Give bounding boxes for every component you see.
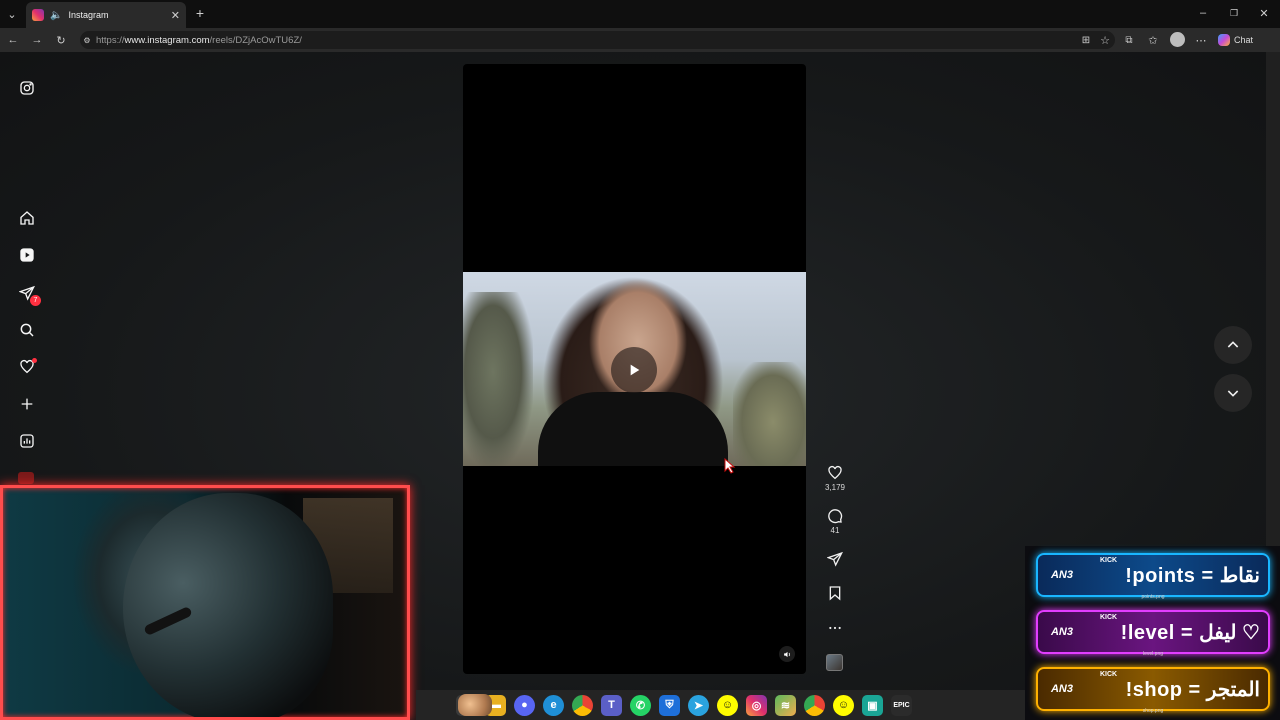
security-shield-icon[interactable]: ⛨ (659, 694, 680, 716)
messages-icon[interactable]: 7 (16, 282, 41, 306)
webcam-streamer (123, 493, 333, 717)
play-icon (630, 364, 640, 376)
video-background-trees (463, 292, 533, 466)
more-menu-icon[interactable]: ⋯ (1194, 33, 1208, 47)
chrome-icon[interactable] (572, 694, 593, 716)
url-path: /reels/DZjAcOwTU6Z/ (209, 34, 302, 46)
tab-list-chevron-icon[interactable]: ⌄ (4, 6, 20, 22)
more-dots-icon (829, 626, 841, 630)
minimize-icon[interactable]: – (1196, 6, 1210, 20)
an3-logo: AN3 (1050, 683, 1073, 695)
instagram-app-icon[interactable]: ◎ (746, 694, 767, 716)
forward-icon[interactable]: → (30, 33, 44, 47)
mute-button[interactable] (779, 646, 795, 662)
previous-reel-button[interactable] (1214, 326, 1252, 364)
kick-command-text: !points = نقاط (1125, 564, 1260, 587)
kick-command-text: !shop = المتجر (1125, 678, 1260, 701)
speaker-volume-icon (783, 651, 790, 657)
extensions-icon[interactable]: ⧉ (1122, 33, 1136, 47)
kick-caption: level.png (1142, 651, 1163, 657)
reel-video[interactable] (463, 272, 806, 466)
comment-icon (828, 509, 843, 524)
speaker-icon[interactable]: 🔈 (50, 10, 62, 21)
partially-hidden-icon (18, 472, 34, 484)
save-action[interactable] (820, 585, 850, 601)
weather-widget[interactable] (458, 694, 492, 716)
browser-tab[interactable]: 🔈 Instagram ✕ (26, 2, 186, 28)
reel-player[interactable] (463, 64, 806, 674)
new-tab-icon[interactable]: + (192, 5, 208, 21)
kick-tag: KICK (1100, 671, 1118, 678)
windows-taskbar: ▭ ▬ ● e T ✆ ⛨ ➤ ☺ ◎ ≋ ☺ ▣ EPIC (416, 690, 1025, 720)
edge-icon[interactable]: e (543, 694, 564, 716)
copilot-icon (1218, 34, 1230, 46)
share-icon (827, 551, 843, 567)
video-subject (538, 392, 728, 466)
snapchat-icon[interactable]: ☺ (717, 694, 738, 716)
chevron-down-icon (1227, 390, 1239, 397)
kick-tag: KICK (1100, 614, 1118, 621)
chat-label: Chat (1234, 35, 1254, 45)
streaming-app-icon[interactable]: ▣ (862, 694, 883, 716)
reload-icon[interactable]: ↻ (54, 33, 68, 47)
original-audio-thumbnail[interactable] (826, 654, 843, 671)
webcam-overlay (0, 485, 410, 720)
like-action[interactable]: 3,179 (820, 465, 850, 492)
kick-tag: KICK (1100, 557, 1118, 564)
dashboard-icon[interactable] (16, 430, 38, 452)
whatsapp-icon[interactable]: ✆ (630, 694, 651, 716)
kick-caption: points.png (1141, 594, 1165, 600)
kick-caption: shop.png (1142, 708, 1164, 714)
teams-icon[interactable]: T (601, 694, 622, 716)
url-host: www.instagram.com (124, 34, 210, 46)
chevron-up-icon (1227, 341, 1239, 348)
discord-icon[interactable]: ● (514, 694, 535, 716)
reels-icon[interactable] (16, 244, 38, 266)
mouse-cursor-icon (724, 457, 736, 474)
like-count: 3,179 (824, 483, 846, 492)
messages-badge: 7 (30, 295, 41, 306)
favorite-star-icon[interactable]: ☆ (1098, 33, 1112, 47)
kick-points-panel: KICK AN3 !points = نقاط (1036, 553, 1270, 597)
create-icon[interactable] (16, 393, 38, 415)
restore-icon[interactable]: ❐ (1227, 6, 1241, 20)
an3-logo: AN3 (1050, 626, 1073, 638)
close-tab-icon[interactable]: ✕ (171, 9, 180, 22)
play-button[interactable] (611, 347, 657, 393)
share-action[interactable] (820, 551, 850, 567)
search-icon[interactable] (16, 319, 38, 341)
epic-games-icon[interactable]: EPIC (891, 694, 912, 716)
notification-dot (32, 358, 37, 363)
telegram-icon[interactable]: ➤ (688, 694, 709, 716)
site-info-icon[interactable]: ⚙ (82, 34, 92, 46)
chrome-profile-icon[interactable] (804, 694, 825, 716)
kick-shop-panel: KICK AN3 !shop = المتجر (1036, 667, 1270, 711)
heart-icon (828, 465, 842, 480)
more-options-action[interactable] (820, 620, 850, 636)
back-icon[interactable]: ← (6, 33, 20, 47)
copilot-chat-button[interactable]: Chat (1218, 32, 1268, 48)
notifications-icon[interactable] (16, 356, 38, 378)
bookmark-icon (829, 586, 841, 601)
home-icon[interactable] (16, 207, 38, 229)
video-background-buildings (733, 362, 806, 466)
kick-level-panel: KICK AN3 !level = ليفل ♡ (1036, 610, 1270, 654)
kick-command-text: !level = ليفل ♡ (1120, 621, 1260, 644)
layers-app-icon[interactable]: ≋ (775, 694, 796, 716)
close-window-icon[interactable]: ✕ (1257, 6, 1271, 20)
profile-avatar[interactable] (1170, 32, 1185, 47)
tab-title: Instagram (68, 10, 109, 20)
snapchat-alt-icon[interactable]: ☺ (833, 694, 854, 716)
app-available-icon[interactable]: ⊞ (1079, 33, 1093, 47)
instagram-logo-icon[interactable] (16, 77, 38, 99)
instagram-favicon-icon (32, 9, 44, 21)
address-input[interactable]: https://www.instagram.com/reels/DZjAcOwT… (80, 31, 1115, 49)
favorites-icon[interactable]: ✩ (1146, 33, 1160, 47)
next-reel-button[interactable] (1214, 374, 1252, 412)
comment-count: 41 (830, 526, 840, 535)
an3-logo: AN3 (1050, 569, 1073, 581)
comment-action[interactable]: 41 (820, 508, 850, 535)
url-prefix: https:// (96, 34, 125, 46)
